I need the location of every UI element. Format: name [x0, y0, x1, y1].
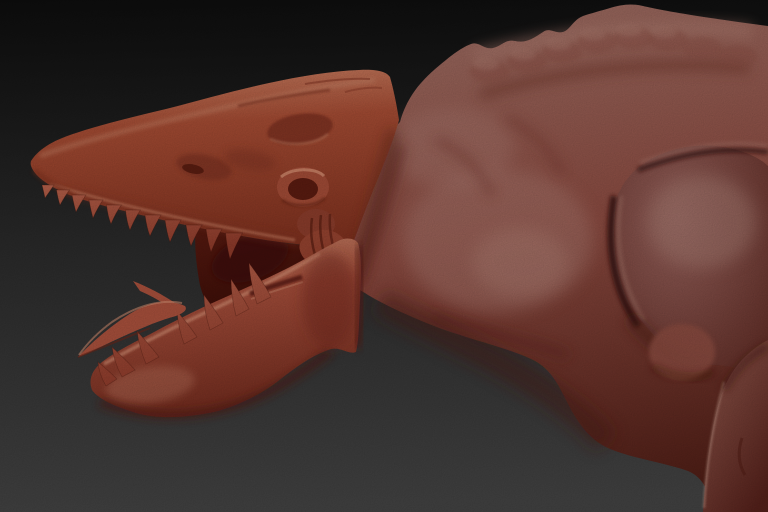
canvas-grain-overlay — [0, 0, 768, 512]
sculpt-viewport[interactable] — [0, 0, 768, 512]
creature-canvas[interactable] — [0, 0, 768, 512]
